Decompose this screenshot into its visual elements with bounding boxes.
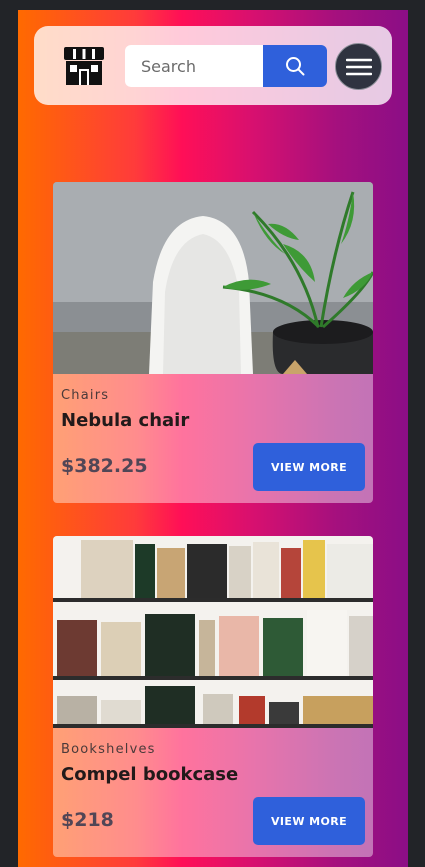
search-bar	[125, 45, 327, 87]
header-bar	[34, 26, 392, 105]
product-card: Chairs Nebula chair $382.25 VIEW MORE	[53, 182, 373, 503]
storefront-icon[interactable]	[64, 47, 104, 85]
product-title: Compel bookcase	[61, 764, 239, 785]
product-price: $382.25	[61, 455, 148, 477]
product-category: Chairs	[61, 388, 110, 403]
view-more-button[interactable]: VIEW MORE	[253, 443, 365, 491]
view-more-button[interactable]: VIEW MORE	[253, 797, 365, 845]
page-background: Chairs Nebula chair $382.25 VIEW MORE	[18, 10, 408, 867]
product-image	[53, 182, 373, 374]
product-category: Bookshelves	[61, 742, 156, 757]
menu-button[interactable]	[335, 43, 382, 90]
product-card: Bookshelves Compel bookcase $218 VIEW MO…	[53, 536, 373, 857]
product-price: $218	[61, 809, 114, 831]
hamburger-menu-icon	[345, 58, 372, 75]
product-image	[53, 536, 373, 728]
product-title: Nebula chair	[61, 410, 190, 431]
search-input[interactable]	[125, 45, 263, 87]
search-button[interactable]	[263, 45, 327, 87]
search-icon	[286, 57, 305, 76]
